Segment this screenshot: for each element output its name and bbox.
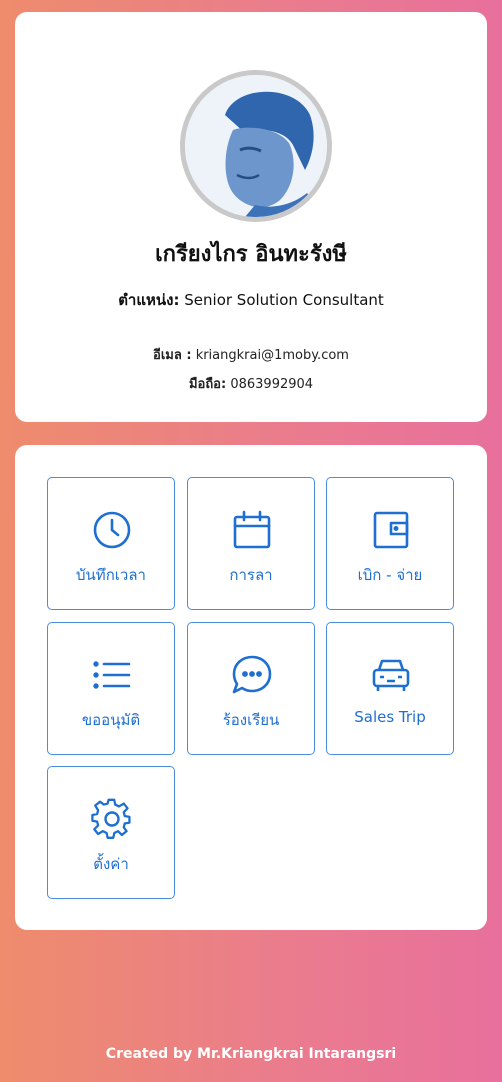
gear-icon <box>90 797 134 841</box>
wallet-icon <box>369 508 413 552</box>
mobile-value: 0863992904 <box>230 377 314 392</box>
avatar <box>180 70 332 222</box>
menu-label: เบิก - จ่าย <box>357 566 423 584</box>
email-value: kriangkrai@1moby.com <box>195 348 349 363</box>
menu-label: บันทึกเวลา <box>76 566 146 584</box>
email-label: อีเมล : <box>153 348 192 363</box>
calendar-icon <box>230 508 274 552</box>
profile-card: เกรียงไกร อินทะรังษี ตำแหน่ง: Senior Sol… <box>15 12 487 422</box>
menu-tile-sales-trip[interactable]: Sales Trip <box>326 622 454 755</box>
menu-label: ตั้งค่า <box>93 855 129 873</box>
menu-tile-expense[interactable]: เบิก - จ่าย <box>326 477 454 610</box>
position-value: Senior Solution Consultant <box>184 291 384 309</box>
profile-email: อีเมล : kriangkrai@1moby.com <box>15 344 487 365</box>
menu-label: ร้องเรียน <box>222 711 280 729</box>
menu-label: ขออนุมัติ <box>81 711 141 729</box>
list-icon <box>90 653 134 697</box>
profile-name: เกรียงไกร อินทะรังษี <box>155 242 347 267</box>
clock-icon <box>90 508 134 552</box>
profile-mobile: มือถือ: 0863992904 <box>15 373 487 394</box>
menu-tile-complaint[interactable]: ร้องเรียน <box>187 622 315 755</box>
menu-tile-approval[interactable]: ขออนุมัติ <box>47 622 175 755</box>
menu-card: บันทึกเวลา การลา เบิก - จ่าย ขออนุมัติ ร… <box>15 445 487 930</box>
menu-label: Sales Trip <box>354 708 426 726</box>
car-icon <box>369 653 413 697</box>
position-label: ตำแหน่ง: <box>118 291 180 309</box>
menu-tile-time-record[interactable]: บันทึกเวลา <box>47 477 175 610</box>
chat-bubble-icon <box>230 653 274 697</box>
profile-position: ตำแหน่ง: Senior Solution Consultant <box>15 288 487 312</box>
menu-tile-settings[interactable]: ตั้งค่า <box>47 766 175 899</box>
mobile-label: มือถือ: <box>188 377 227 392</box>
menu-tile-leave[interactable]: การลา <box>187 477 315 610</box>
menu-label: การลา <box>229 566 273 584</box>
footer-credit: Created by Mr.Kriangkrai Intarangsri <box>105 1046 397 1062</box>
